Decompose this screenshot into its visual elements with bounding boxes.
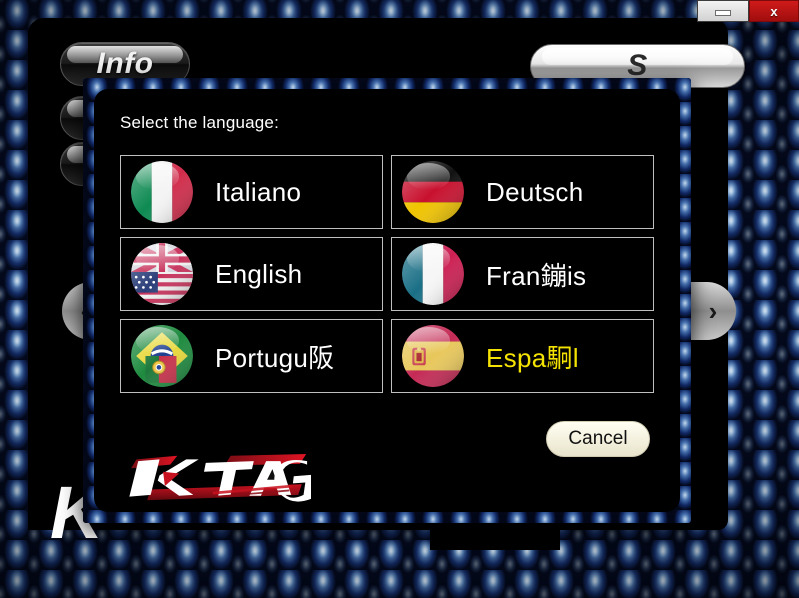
language-option-portugues[interactable]: Portugu阪 bbox=[120, 319, 383, 393]
language-option-english-label: English bbox=[215, 258, 303, 289]
minimize-button[interactable] bbox=[697, 0, 749, 22]
flag-germany-icon bbox=[402, 161, 464, 223]
language-option-english[interactable]: English bbox=[120, 237, 383, 311]
flag-spain-icon bbox=[402, 325, 464, 387]
ktag-logo bbox=[124, 454, 311, 502]
flag-uk-us-icon bbox=[131, 243, 193, 305]
language-option-portugues-label: Portugu阪 bbox=[215, 342, 335, 373]
language-option-francais[interactable]: Fran鏰is bbox=[391, 237, 654, 311]
language-option-deutsch-label: Deutsch bbox=[486, 176, 584, 207]
menu-button-info-label: Info bbox=[96, 47, 154, 80]
language-option-italiano-label: Italiano bbox=[215, 176, 302, 207]
language-option-francais-label: Fran鏰is bbox=[486, 260, 587, 291]
dialog-title: Select the language: bbox=[120, 113, 280, 132]
language-option-italiano[interactable]: Italiano bbox=[120, 155, 383, 229]
language-option-espanol[interactable]: Espa駉l bbox=[391, 319, 654, 393]
close-button[interactable]: x bbox=[749, 0, 799, 22]
close-icon: x bbox=[770, 3, 778, 19]
app-window: K Info S ‹ › x Select the language: bbox=[0, 0, 799, 598]
ktag-logo-mark bbox=[129, 454, 311, 502]
language-dialog: Select the language: Italiano Deutsch En… bbox=[83, 78, 691, 523]
dialog-footer: Cancel bbox=[120, 421, 654, 457]
language-grid: Italiano Deutsch English Fran鏰is Portugu… bbox=[120, 155, 654, 393]
language-option-espanol-label: Espa駉l bbox=[486, 342, 579, 373]
flag-italy-icon bbox=[131, 161, 193, 223]
window-controls: x bbox=[697, 0, 799, 22]
flag-brazil-portugal-icon bbox=[131, 325, 193, 387]
minimize-icon bbox=[715, 10, 731, 16]
language-option-deutsch[interactable]: Deutsch bbox=[391, 155, 654, 229]
flag-france-icon bbox=[402, 243, 464, 305]
cancel-button[interactable]: Cancel bbox=[546, 421, 650, 457]
dialog-content: Select the language: Italiano Deutsch En… bbox=[94, 89, 680, 512]
